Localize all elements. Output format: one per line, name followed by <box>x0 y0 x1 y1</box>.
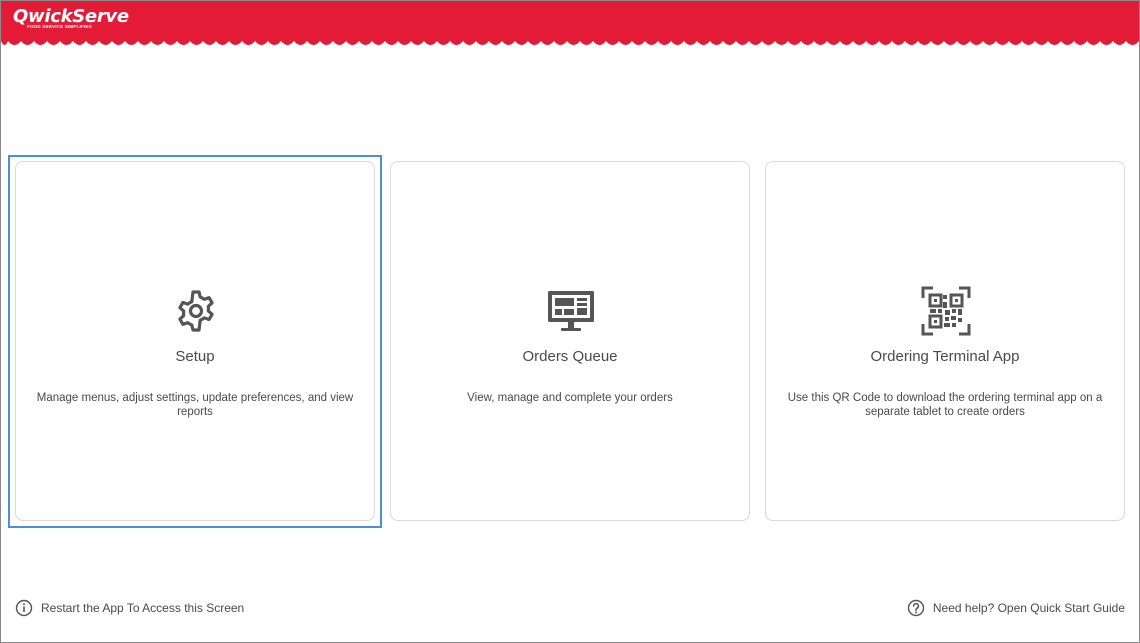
setup-card-title: Setup <box>175 348 215 365</box>
ordering-terminal-card[interactable]: Ordering Terminal App Use this QR Code t… <box>765 161 1125 521</box>
app-logo: QwickServe Food Service Simplified <box>13 7 129 30</box>
orders-queue-card-description: View, manage and complete your orders <box>467 392 673 404</box>
info-icon <box>15 599 33 617</box>
orders-queue-card[interactable]: Orders Queue View, manage and complete y… <box>390 161 750 521</box>
restart-notice: Restart the App To Access this Screen <box>15 599 244 617</box>
orders-queue-card-title: Orders Queue <box>522 348 618 365</box>
help-link-text[interactable]: Need help? Open Quick Start Guide <box>933 601 1125 615</box>
ordering-terminal-card-description: Use this QR Code to download the orderin… <box>787 392 1103 418</box>
restart-notice-text: Restart the App To Access this Screen <box>41 601 245 615</box>
help-icon <box>907 599 925 617</box>
setup-card-description: Manage menus, adjust settings, update pr… <box>36 392 354 418</box>
help-link[interactable]: Need help? Open Quick Start Guide <box>907 599 1125 617</box>
qr-code-icon <box>921 286 971 336</box>
header-wave-background <box>1 1 1139 45</box>
ordering-terminal-card-title: Ordering Terminal App <box>870 348 1020 365</box>
header-bar: QwickServe Food Service Simplified <box>1 1 1139 46</box>
setup-card[interactable]: Setup Manage menus, adjust settings, upd… <box>15 161 375 521</box>
gear-icon <box>171 286 221 336</box>
monitor-icon <box>546 286 596 336</box>
